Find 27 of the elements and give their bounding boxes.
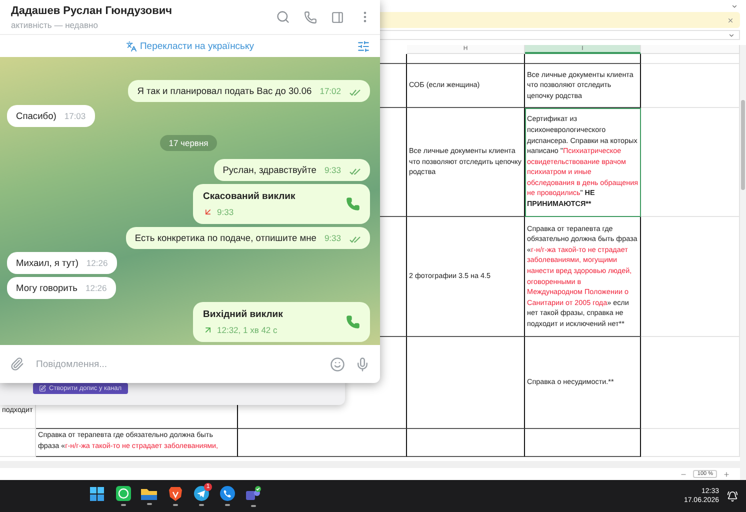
message-time: 9:33 [324,233,341,243]
message-text: Есть конкретика по подаче, отпишите мне [134,233,316,243]
message-bubble[interactable]: Могу говорить 12:26 [7,277,116,299]
message-text: Я так и планировал подать Вас до 30.06 [137,86,312,96]
call-details: 9:33 [217,207,234,217]
message-bubble[interactable]: Михаил, я тут) 12:26 [7,252,117,274]
contact-status: активність — недавно [11,20,99,30]
message-text: Руслан, здравствуйте [222,165,316,175]
call-bubble[interactable]: Вихідний виклик 12:32, 1 хв 42 с [193,302,370,342]
date-label: 17 червня [160,135,218,151]
message-time: 17:03 [64,111,86,121]
message-text: Спасибо) [16,111,56,121]
contact-name: Дадашев Руслан Гюндузович [11,4,174,16]
message-time: 17:02 [320,86,341,96]
message-time: 9:33 [324,165,341,175]
message-time: 12:26 [85,283,107,293]
message-text: Могу говорить [16,283,78,293]
call-title: Скасований виклик [203,191,296,202]
call-details: 12:32, 1 хв 42 с [217,325,278,335]
message-time: 12:26 [86,258,108,268]
message-text: Михаил, я тут) [16,258,78,268]
message-bubble[interactable]: Руслан, здравствуйте 9:33 [214,159,370,181]
message-bubble[interactable]: Спасибо) 17:03 [7,105,95,127]
call-title: Вихідний виклик [203,309,284,320]
call-bubble[interactable]: Скасований виклик 9:33 [193,184,370,224]
message-bubble[interactable]: Есть конкретика по подаче, отпишите мне 9:33 [126,227,370,249]
message-bubble[interactable]: Я так и планировал подать Вас до 30.06 17:02 [128,80,370,102]
